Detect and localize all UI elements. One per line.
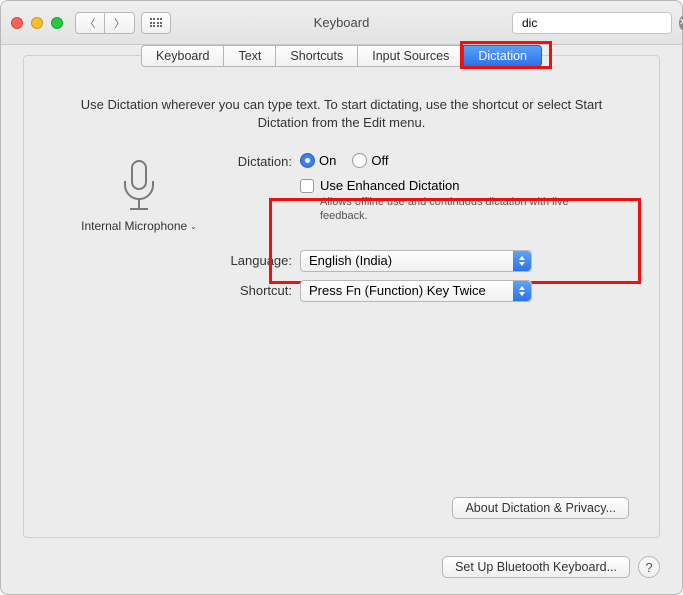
shortcut-label: Shortcut:	[224, 280, 300, 298]
tab-shortcuts[interactable]: Shortcuts	[275, 45, 357, 67]
off-label: Off	[371, 153, 388, 168]
grid-icon	[150, 18, 163, 27]
language-value: English (India)	[309, 253, 392, 268]
tabs: Keyboard Text Shortcuts Input Sources Di…	[141, 45, 542, 67]
forward-button[interactable]: 〉	[105, 12, 135, 34]
bottom-bar: Set Up Bluetooth Keyboard... ?	[1, 550, 682, 594]
back-button[interactable]: 〈	[75, 12, 105, 34]
shortcut-value: Press Fn (Function) Key Twice	[309, 283, 486, 298]
help-button[interactable]: ?	[638, 556, 660, 578]
window-controls	[11, 17, 63, 29]
search-field[interactable]: ✕	[512, 12, 672, 34]
radio-icon	[300, 153, 315, 168]
checkbox-icon	[300, 179, 314, 193]
radio-icon	[352, 153, 367, 168]
settings-column: Dictation: On Off	[224, 151, 629, 310]
intro-text: Use Dictation wherever you can type text…	[54, 96, 629, 131]
tab-keyboard[interactable]: Keyboard	[141, 45, 224, 67]
enhanced-label: Use Enhanced Dictation	[320, 178, 590, 193]
maximize-icon[interactable]	[51, 17, 63, 29]
dictation-label: Dictation:	[224, 151, 300, 169]
chevron-left-icon: 〈	[85, 15, 96, 31]
enhanced-description: Allows offline use and continuous dictat…	[320, 195, 590, 224]
nav-segment: 〈 〉	[75, 12, 135, 34]
microphone-label: Internal Microphone	[81, 219, 187, 233]
microphone-icon	[110, 155, 168, 213]
tab-input-sources[interactable]: Input Sources	[357, 45, 463, 67]
keyboard-preferences-window: 〈 〉 Keyboard ✕ Keyboard Text Shortcuts I…	[0, 0, 683, 595]
minimize-icon[interactable]	[31, 17, 43, 29]
clear-search-button[interactable]: ✕	[679, 16, 683, 30]
close-icon[interactable]	[11, 17, 23, 29]
tab-text[interactable]: Text	[223, 45, 275, 67]
on-label: On	[319, 153, 336, 168]
microphone-column: Internal Microphone ⌄	[54, 151, 224, 310]
content-panel: Keyboard Text Shortcuts Input Sources Di…	[23, 55, 660, 538]
bluetooth-keyboard-button[interactable]: Set Up Bluetooth Keyboard...	[442, 556, 630, 578]
search-input[interactable]	[520, 16, 679, 30]
titlebar: 〈 〉 Keyboard ✕	[1, 1, 682, 45]
select-stepper-icon	[513, 281, 531, 301]
language-select[interactable]: English (India)	[300, 250, 532, 272]
microphone-selector[interactable]: Internal Microphone ⌄	[81, 219, 197, 233]
about-dictation-privacy-button[interactable]: About Dictation & Privacy...	[452, 497, 629, 519]
dictation-off-radio[interactable]: Off	[352, 153, 388, 168]
shortcut-select[interactable]: Press Fn (Function) Key Twice	[300, 280, 532, 302]
enhanced-dictation-checkbox[interactable]: Use Enhanced Dictation Allows offline us…	[300, 178, 629, 224]
chevron-right-icon: 〉	[114, 15, 125, 31]
select-stepper-icon	[513, 251, 531, 271]
tab-dictation[interactable]: Dictation	[463, 45, 542, 67]
dictation-on-radio[interactable]: On	[300, 153, 336, 168]
language-label: Language:	[224, 250, 300, 268]
show-all-button[interactable]	[141, 12, 171, 34]
chevron-down-icon: ⌄	[190, 222, 197, 231]
